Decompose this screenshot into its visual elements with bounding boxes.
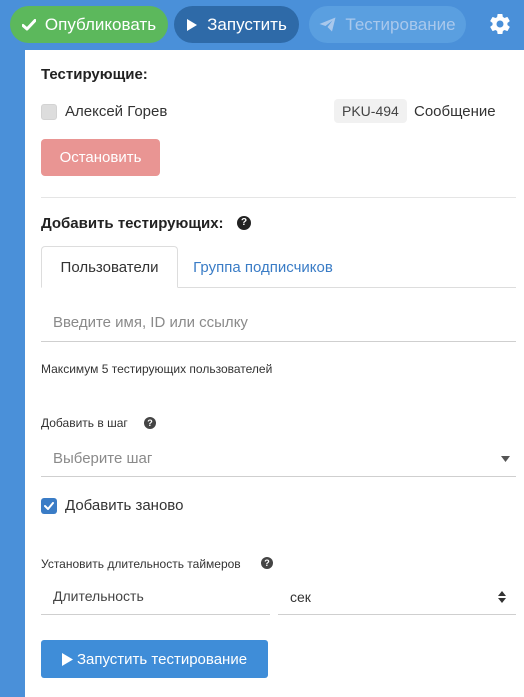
top-toolbar: Опубликовать Запустить Тестирование: [0, 0, 524, 50]
play-icon: [61, 652, 73, 666]
tester-message-link[interactable]: Сообщение: [414, 103, 496, 120]
testing-label: Тестирование: [345, 14, 456, 34]
play-icon: [187, 18, 198, 31]
check-icon: [44, 502, 54, 510]
publish-label: Опубликовать: [44, 14, 157, 34]
max-testers-note: Максимум 5 тестирующих пользователей: [41, 362, 273, 376]
timer-help-icon[interactable]: ?: [261, 557, 273, 569]
readd-label: Добавить заново: [65, 497, 184, 514]
testing-button[interactable]: Тестирование: [309, 6, 466, 43]
tab-users[interactable]: Пользователи: [41, 246, 178, 288]
duration-input[interactable]: Длительность: [41, 580, 270, 615]
timer-label: Установить длительность таймеров: [41, 557, 241, 571]
stop-button[interactable]: Остановить: [41, 139, 160, 176]
unit-value: сек: [290, 589, 311, 605]
unit-select[interactable]: сек: [278, 580, 516, 615]
check-icon: [21, 18, 36, 30]
gear-icon[interactable]: [488, 12, 512, 36]
caret-down-icon: [501, 456, 510, 462]
testers-title: Тестирующие:: [41, 66, 148, 83]
search-input[interactable]: Введите имя, ID или ссылку: [41, 304, 516, 342]
help-icon[interactable]: ?: [237, 216, 251, 230]
section-divider: [41, 197, 516, 198]
paper-plane-icon: [319, 17, 336, 32]
step-placeholder: Выберите шаг: [53, 450, 153, 467]
tester-checkbox[interactable]: [41, 104, 57, 120]
tester-code-badge: PKU-494: [334, 99, 407, 123]
run-button[interactable]: Запустить: [174, 6, 299, 43]
step-select[interactable]: Выберите шаг: [41, 441, 516, 477]
search-placeholder: Введите имя, ID или ссылку: [53, 314, 248, 331]
tab-subscriber-group[interactable]: Группа подписчиков: [178, 246, 348, 288]
testing-panel: Тестирующие: Алексей Горев PKU-494 Сообщ…: [25, 50, 524, 697]
sort-icon: [498, 591, 506, 603]
run-label: Запустить: [207, 14, 287, 34]
start-testing-button[interactable]: Запустить тестирование: [41, 640, 268, 678]
add-to-step-label: Добавить в шаг: [41, 416, 128, 430]
step-help-icon[interactable]: ?: [144, 417, 156, 429]
add-testers-title: Добавить тестирующих:: [41, 215, 224, 232]
start-testing-label: Запустить тестирование: [76, 650, 248, 668]
duration-placeholder: Длительность: [53, 588, 144, 604]
tester-name: Алексей Горев: [65, 103, 168, 120]
publish-button[interactable]: Опубликовать: [10, 6, 168, 43]
readd-checkbox[interactable]: [41, 498, 57, 514]
